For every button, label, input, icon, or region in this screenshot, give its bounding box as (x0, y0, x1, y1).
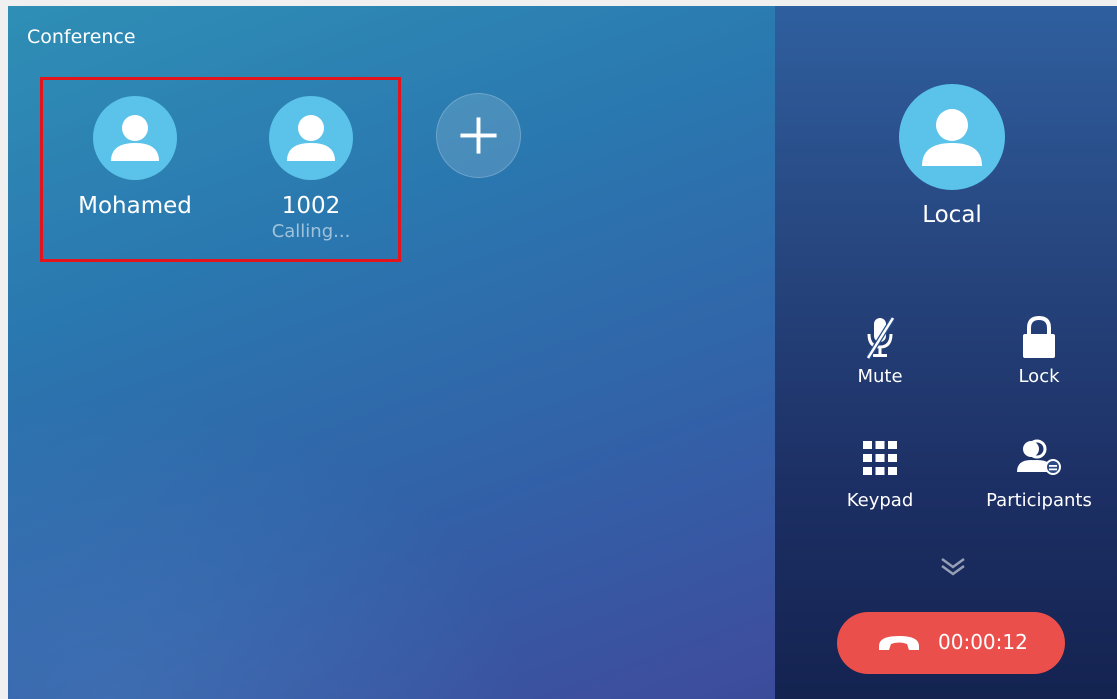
mute-label: Mute (857, 366, 903, 387)
participants-button[interactable]: Participants (969, 438, 1109, 511)
participants-label: Participants (986, 490, 1092, 511)
call-screen: Conference Mohamed 1002 Calling... Local… (8, 6, 1117, 699)
participant-mohamed[interactable]: Mohamed (65, 96, 205, 219)
keypad-label: Keypad (846, 490, 914, 511)
hang-up-icon (879, 636, 919, 650)
hang-up-button[interactable]: 00:00:12 (837, 612, 1065, 674)
participant-name: 1002 (281, 193, 341, 219)
control-panel: Local Mute Lock Keypad Participants 00:0… (775, 6, 1117, 699)
participant-status: Calling... (271, 221, 351, 242)
chevron-double-down-icon[interactable] (939, 555, 967, 579)
participant-1002[interactable]: 1002 Calling... (241, 96, 381, 242)
screen-title: Conference (27, 26, 136, 48)
person-icon (269, 96, 353, 180)
call-duration: 00:00:12 (938, 630, 1028, 654)
add-participant-button[interactable] (436, 93, 521, 178)
participants-highlight: Mohamed 1002 Calling... (40, 77, 401, 262)
participants-icon (1017, 439, 1061, 475)
plus-icon (460, 117, 497, 154)
keypad-button[interactable]: Keypad (810, 438, 950, 511)
lock-button[interactable]: Lock (969, 314, 1109, 387)
keypad-icon (863, 441, 897, 475)
person-icon (899, 84, 1005, 190)
person-icon (93, 96, 177, 180)
participant-name: Mohamed (78, 193, 192, 219)
mute-button[interactable]: Mute (810, 314, 950, 387)
mic-off-icon (865, 316, 896, 360)
lock-label: Lock (1018, 366, 1060, 387)
local-name: Local (922, 202, 982, 228)
lock-icon (1023, 315, 1055, 358)
